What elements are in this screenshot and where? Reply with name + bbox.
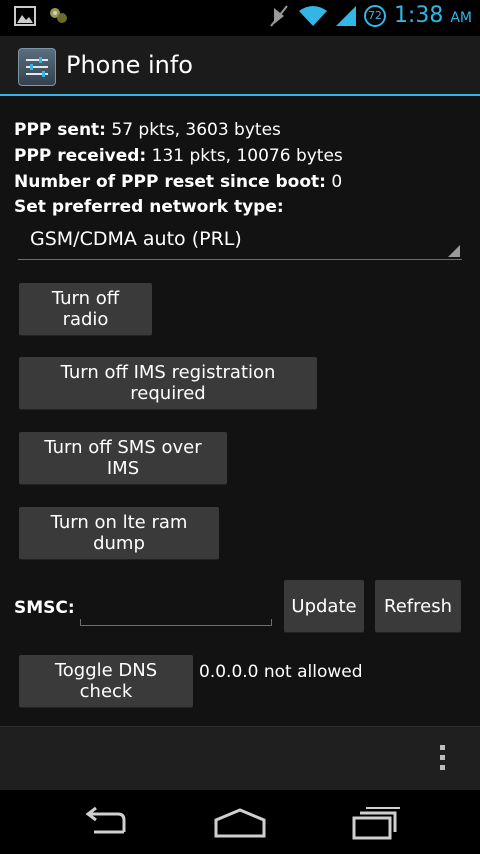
clock: 1:38 AM: [394, 3, 472, 28]
phone-info-content: PPP sent: 57 pkts, 3603 bytes PPP receiv…: [0, 96, 480, 726]
network-type-spinner[interactable]: GSM/CDMA auto (PRL): [18, 222, 462, 260]
network-type-row: Set preferred network type:: [14, 197, 284, 217]
turn-off-sms-over-ims-button[interactable]: Turn off SMS over IMS: [19, 432, 227, 484]
navigation-bar: [0, 790, 480, 854]
notification-icons: [14, 6, 70, 26]
back-icon[interactable]: [76, 806, 136, 840]
toggle-dns-check-button[interactable]: Toggle DNS check: [19, 655, 193, 707]
ppp-received-row: PPP received: 131 pkts, 10076 bytes: [14, 146, 343, 166]
image-notification-icon: [14, 6, 36, 26]
refresh-button[interactable]: Refresh: [375, 580, 461, 632]
wifi-icon: [298, 5, 327, 26]
turn-off-ims-registration-button[interactable]: Turn off IMS registration required: [19, 357, 317, 409]
ppp-sent-row: PPP sent: 57 pkts, 3603 bytes: [14, 120, 281, 140]
clock-time: 1:38: [393, 3, 444, 28]
smsc-input[interactable]: [80, 588, 272, 626]
ppp-received-label: PPP received:: [14, 146, 147, 166]
ppp-sent-label: PPP sent:: [14, 120, 106, 140]
status-icons: 72 1:38 AM: [268, 3, 472, 28]
dns-status: 0.0.0.0 not allowed: [199, 662, 363, 682]
ppp-reset-value: 0: [325, 172, 343, 192]
ppp-sent-value: 57 pkts, 3603 bytes: [105, 120, 281, 140]
signal-icon: [335, 5, 356, 26]
ppp-reset-row: Number of PPP reset since boot: 0: [14, 172, 342, 192]
page-title: Phone info: [66, 51, 193, 79]
battery-icon: 72: [363, 4, 386, 27]
network-type-selected: GSM/CDMA auto (PRL): [30, 228, 242, 250]
ppp-reset-label: Number of PPP reset since boot:: [14, 172, 326, 192]
update-button[interactable]: Update: [284, 580, 364, 632]
turn-on-lte-ram-dump-button[interactable]: Turn on lte ram dump: [19, 507, 219, 559]
muted-icon: [270, 4, 288, 27]
smsc-label: SMSC:: [14, 598, 75, 618]
network-type-label: Set preferred network type:: [14, 197, 284, 217]
clock-ampm: AM: [450, 10, 472, 26]
app-notification-icon: [50, 8, 67, 23]
action-bar: Phone info: [0, 36, 480, 96]
spinner-arrow-icon: [448, 245, 460, 257]
recent-apps-icon[interactable]: [344, 806, 404, 840]
settings-sliders-icon[interactable]: [18, 48, 56, 86]
ppp-received-value: 131 pkts, 10076 bytes: [146, 146, 343, 166]
menu-bar: [0, 726, 480, 790]
turn-off-radio-button[interactable]: Turn off radio: [19, 283, 152, 335]
status-bar: 72 1:38 AM: [0, 0, 480, 36]
overflow-menu-icon[interactable]: [440, 745, 446, 775]
home-icon[interactable]: [210, 806, 270, 840]
